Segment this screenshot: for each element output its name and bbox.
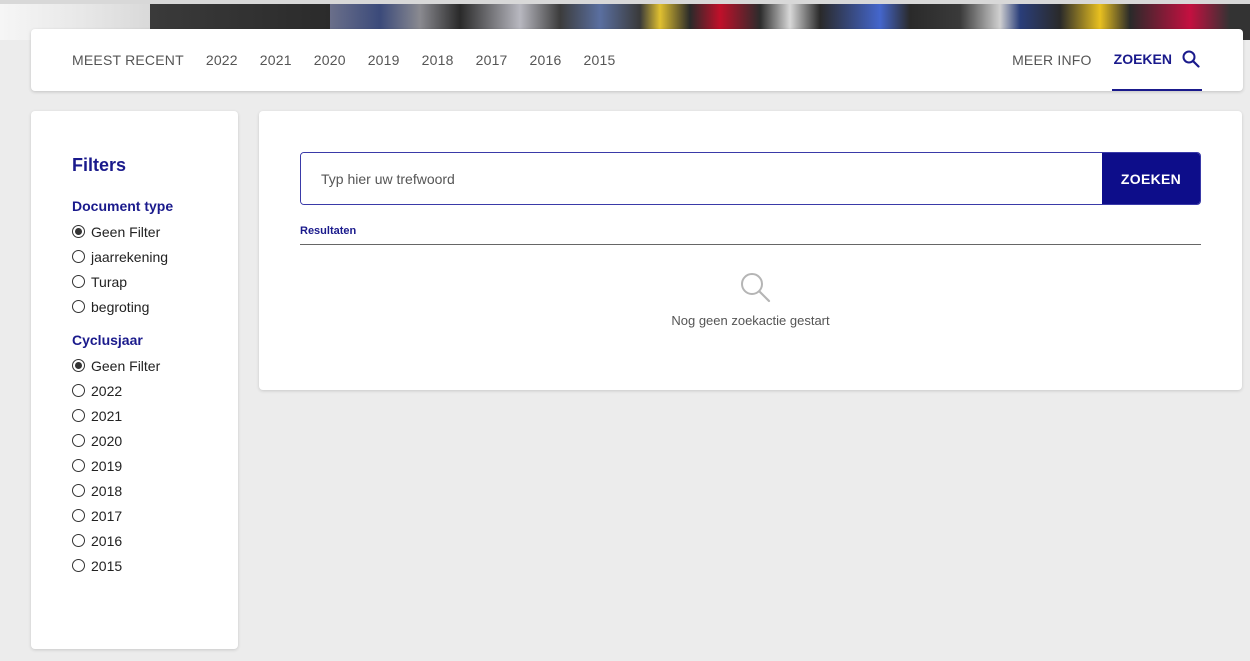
option-label: 2017: [91, 507, 123, 524]
nav-search-tab[interactable]: ZOEKEN: [1111, 29, 1202, 91]
year-option-2017[interactable]: 2017: [72, 503, 238, 528]
option-label: 2022: [91, 382, 123, 399]
option-label: Geen Filter: [91, 223, 161, 240]
nav-most-recent[interactable]: MEEST RECENT: [72, 52, 184, 68]
radio-unchecked[interactable]: [72, 434, 85, 447]
doctype-option-begroting[interactable]: begroting: [72, 294, 238, 319]
empty-state-message: Nog geen zoekactie gestart: [671, 313, 830, 328]
year-option-2019[interactable]: 2019: [72, 453, 238, 478]
radio-unchecked[interactable]: [72, 300, 85, 313]
filters-title: Filters: [72, 155, 127, 175]
nav-year-2017[interactable]: 2017: [476, 52, 508, 68]
option-label: 2015: [91, 557, 123, 574]
year-nav: MEEST RECENT 2022 2021 2020 2019 2018 20…: [72, 52, 637, 68]
nav-year-2016[interactable]: 2016: [530, 52, 562, 68]
radio-unchecked[interactable]: [72, 509, 85, 522]
year-option-2021[interactable]: 2021: [72, 403, 238, 428]
cycle-year-label: Cyclusjaar: [72, 332, 143, 348]
radio-checked[interactable]: [72, 225, 85, 238]
year-option-2016[interactable]: 2016: [72, 528, 238, 553]
banner-strip: [0, 0, 1250, 4]
year-option-2022[interactable]: 2022: [72, 378, 238, 403]
option-label: 2016: [91, 532, 123, 549]
nav-year-2022[interactable]: 2022: [206, 52, 238, 68]
nav-year-2019[interactable]: 2019: [368, 52, 400, 68]
option-label: Turap: [91, 273, 128, 290]
doctype-option-none[interactable]: Geen Filter: [72, 219, 238, 244]
option-label: 2020: [91, 432, 123, 449]
nav-more-info[interactable]: MEER INFO: [1012, 52, 1092, 68]
doctype-option-jaarrekening[interactable]: jaarrekening: [72, 244, 238, 269]
nav-right: MEER INFO ZOEKEN: [1012, 29, 1202, 91]
radio-unchecked[interactable]: [72, 384, 85, 397]
radio-checked[interactable]: [72, 359, 85, 372]
search-input[interactable]: [301, 153, 1102, 204]
radio-unchecked[interactable]: [72, 559, 85, 572]
cycle-year-group: Cyclusjaar Geen Filter 2022 2021 2020 20…: [72, 332, 238, 578]
nav-year-2015[interactable]: 2015: [584, 52, 616, 68]
radio-unchecked[interactable]: [72, 409, 85, 422]
radio-unchecked[interactable]: [72, 250, 85, 263]
nav-year-2018[interactable]: 2018: [422, 52, 454, 68]
year-option-2018[interactable]: 2018: [72, 478, 238, 503]
doctype-option-turap[interactable]: Turap: [72, 269, 238, 294]
radio-unchecked[interactable]: [72, 534, 85, 547]
filter-panel: Filters Document type Geen Filter jaarre…: [31, 111, 238, 649]
radio-unchecked[interactable]: [72, 484, 85, 497]
search-button[interactable]: ZOEKEN: [1102, 153, 1200, 204]
year-option-2020[interactable]: 2020: [72, 428, 238, 453]
nav-search-label: ZOEKEN: [1113, 51, 1172, 67]
results-divider: [300, 244, 1201, 245]
top-navigation: MEEST RECENT 2022 2021 2020 2019 2018 20…: [31, 29, 1243, 91]
radio-unchecked[interactable]: [72, 459, 85, 472]
search-icon: [741, 273, 771, 303]
search-panel: ZOEKEN Resultaten Nog geen zoekactie ges…: [259, 111, 1242, 390]
option-label: 2019: [91, 457, 123, 474]
nav-year-2020[interactable]: 2020: [314, 52, 346, 68]
option-label: begroting: [91, 298, 150, 315]
search-icon: [1182, 50, 1200, 68]
radio-unchecked[interactable]: [72, 275, 85, 288]
search-bar: ZOEKEN: [300, 152, 1201, 205]
results-label: Resultaten: [300, 225, 357, 237]
option-label: Geen Filter: [91, 357, 161, 374]
option-label: jaarrekening: [91, 248, 169, 265]
nav-year-2021[interactable]: 2021: [260, 52, 292, 68]
document-type-label: Document type: [72, 198, 174, 214]
option-label: 2021: [91, 407, 123, 424]
option-label: 2018: [91, 482, 123, 499]
year-option-2015[interactable]: 2015: [72, 553, 238, 578]
year-option-none[interactable]: Geen Filter: [72, 353, 238, 378]
document-type-group: Document type Geen Filter jaarrekening T…: [72, 198, 238, 319]
